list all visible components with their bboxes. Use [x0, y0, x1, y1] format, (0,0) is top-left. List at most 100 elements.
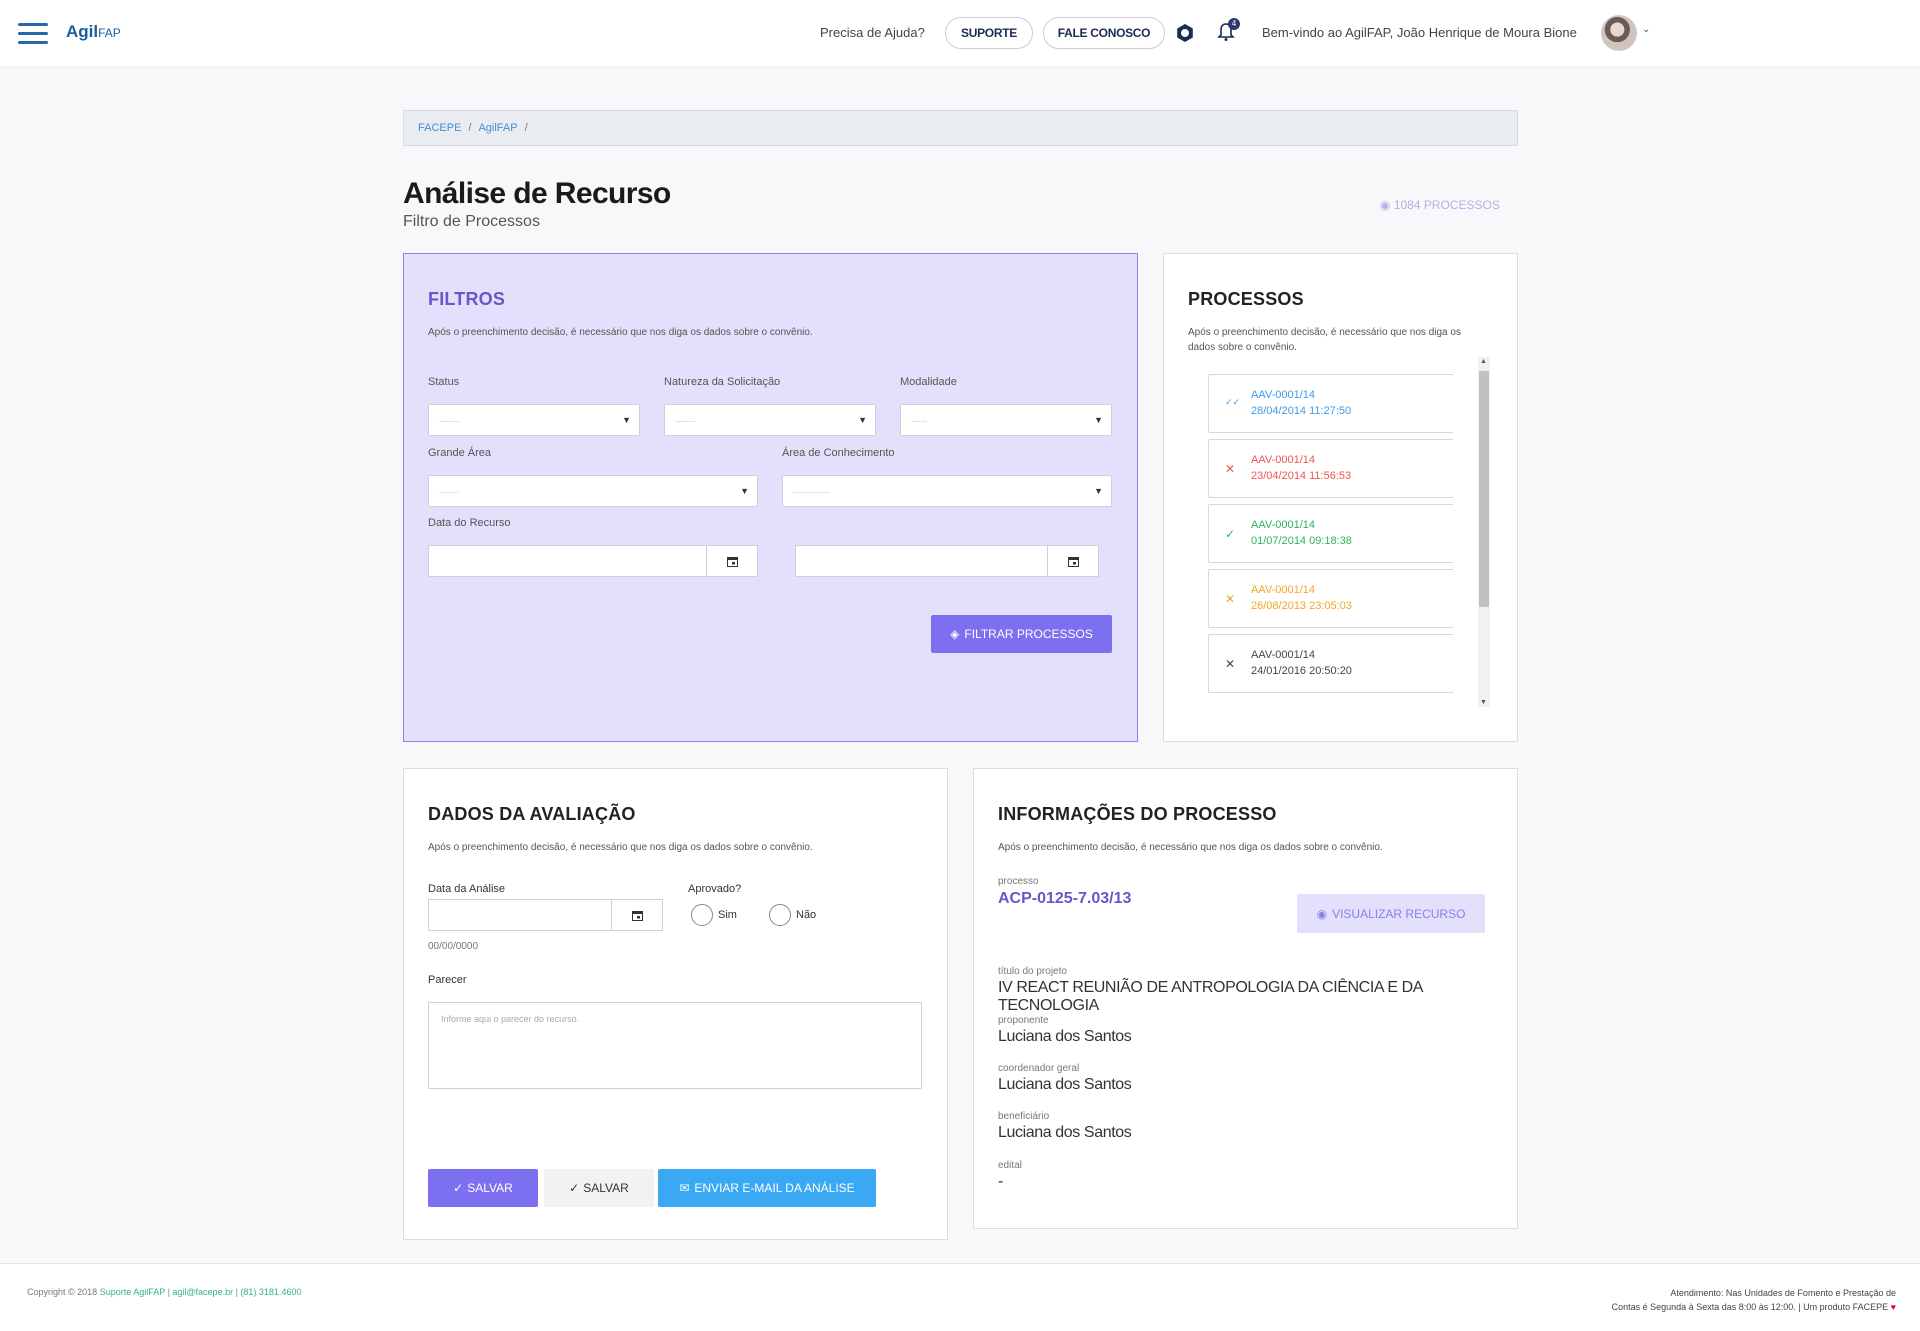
grande-area-select[interactable]: .......... ▼ [428, 475, 758, 507]
process-info-title: INFORMAÇÕES DO PROCESSO [998, 804, 1277, 824]
footer: Copyright © 2018 Suporte AgilFAP | agil@… [0, 1263, 1920, 1331]
check-icon: ✓ [1225, 527, 1236, 541]
parecer-label: Parecer [428, 974, 467, 986]
page-title: Análise de Recurso [403, 177, 671, 210]
eye-icon: ◉ [1380, 198, 1394, 212]
check-icon: ✓ [453, 1181, 464, 1195]
processes-card: PROCESSOS Após o preenchimento decisão, … [1163, 253, 1518, 742]
process-list-item[interactable]: ✓ AAV-0001/14 01/07/2014 09:18:38 [1208, 504, 1453, 563]
footer-atendimento: Atendimento: Nas Unidades de Fomento e P… [1611, 1288, 1896, 1312]
suporte-button[interactable]: SUPORTE [945, 17, 1033, 49]
process-list: ✓✓ AAV-0001/14 28/04/2014 11:27:50 ✕ AAV… [1208, 357, 1453, 702]
titulo-value: IV REACT REUNIÃO DE ANTROPOLOGIA DA CIÊN… [998, 979, 1423, 1014]
status-select[interactable]: ........... ▼ [428, 404, 640, 436]
proponente-value: Luciana dos Santos [998, 1028, 1132, 1045]
filter-processes-button[interactable]: ◈ FILTRAR PROCESSOS [931, 615, 1112, 653]
footer-links[interactable]: Suporte AgilFAP | agil@facepe.br | (81) … [100, 1287, 302, 1297]
calendar-icon[interactable] [1047, 546, 1098, 576]
caret-down-icon: ▼ [1094, 486, 1103, 496]
layers-icon: ◈ [950, 627, 960, 641]
breadcrumb-item-agilfap[interactable]: AgilFAP [478, 122, 517, 134]
date-from-input[interactable] [428, 545, 758, 577]
process-list-item[interactable]: ✓✓ AAV-0001/14 28/04/2014 11:27:50 [1208, 374, 1453, 433]
process-number: ACP-0125-7.03/13 [998, 890, 1132, 907]
close-icon: ✕ [1225, 657, 1236, 671]
evaluation-card: DADOS DA AVALIAÇÃO Após o preenchimento … [403, 768, 948, 1240]
processes-title: PROCESSOS [1188, 289, 1304, 309]
help-text: Precisa de Ajuda? [820, 25, 925, 40]
double-check-icon: ✓✓ [1225, 397, 1241, 407]
beneficiario-label: beneficiário [998, 1111, 1050, 1122]
close-icon: ✕ [1225, 592, 1236, 606]
process-list-item[interactable]: ✕ AAV-0001/14 26/08/2013 23:05:03 [1208, 569, 1453, 628]
area-conhecimento-select[interactable]: ................... ▼ [782, 475, 1112, 507]
footer-copyright: Copyright © 2018 Suporte AgilFAP | agil@… [27, 1287, 302, 1297]
caret-down-icon: ▼ [858, 415, 867, 425]
proponente-label: proponente [998, 1015, 1049, 1026]
grande-area-label: Grande Área [428, 447, 491, 459]
save-button-primary[interactable]: ✓ SALVAR [428, 1169, 538, 1207]
edital-value: - [998, 1173, 1003, 1190]
process-info-card: INFORMAÇÕES DO PROCESSO Após o preenchim… [973, 768, 1518, 1229]
nao-label: Não [796, 909, 817, 921]
welcome-text: Bem-vindo ao AgilFAP, João Henrique de M… [1262, 25, 1577, 40]
status-label: Status [428, 376, 460, 388]
breadcrumb-item-facepe[interactable]: FACEPE [418, 122, 461, 134]
titulo-label: título do projeto [998, 966, 1067, 977]
area-conhecimento-label: Área de Conhecimento [782, 447, 895, 459]
save-button-secondary[interactable]: ✓ SALVAR [544, 1169, 654, 1207]
close-icon: ✕ [1225, 462, 1236, 476]
app-logo[interactable]: AgilFAP [66, 22, 121, 42]
menu-icon[interactable] [18, 23, 48, 44]
aprovado-sim-radio[interactable] [691, 904, 713, 926]
filters-card: FILTROS Após o preenchimento decisão, é … [403, 253, 1138, 742]
data-recurso-label: Data do Recurso [428, 517, 511, 529]
aprovado-nao-radio[interactable] [769, 904, 791, 926]
heart-icon: ♥ [1890, 1302, 1896, 1312]
natureza-label: Natureza da Solicitação [664, 376, 781, 388]
breadcrumb-separator: / [468, 122, 472, 134]
filters-title: FILTROS [428, 289, 506, 309]
calendar-icon[interactable] [611, 900, 662, 930]
coordenador-value: Luciana dos Santos [998, 1076, 1132, 1093]
eye-icon: ◉ [1316, 906, 1328, 921]
send-email-button[interactable]: ✉ ENVIAR E-MAIL DA ANÁLISE [658, 1169, 876, 1207]
date-to-input[interactable] [795, 545, 1099, 577]
scrollbar-thumb[interactable] [1479, 371, 1489, 607]
top-navbar: AgilFAP Precisa de Ajuda? SUPORTE FALE C… [0, 0, 1920, 66]
process-list-item[interactable]: ✕ AAV-0001/14 23/04/2014 11:56:53 [1208, 439, 1453, 498]
filters-description: Após o preenchimento decisão, é necessár… [428, 327, 813, 338]
process-count[interactable]: ◉ 1084 PROCESSOS [1380, 198, 1500, 212]
processes-description: Após o preenchimento decisão, é necessár… [1188, 327, 1461, 353]
breadcrumb: FACEPE / AgilFAP / [403, 110, 1518, 146]
breadcrumb-separator: / [524, 122, 528, 134]
page-subtitle: Filtro de Processos [403, 213, 540, 230]
notification-count-badge: 4 [1228, 18, 1240, 30]
process-list-item[interactable]: ✕ AAV-0001/14 24/01/2016 20:50:20 [1208, 634, 1453, 693]
sim-label: Sim [718, 909, 737, 921]
modalidade-select[interactable]: ........ ▼ [900, 404, 1112, 436]
caret-down-icon: ▼ [740, 486, 749, 496]
avatar[interactable] [1601, 15, 1637, 51]
processo-label: processo [998, 876, 1039, 887]
coordenador-label: coordenador geral [998, 1063, 1080, 1074]
view-recurso-button[interactable]: ◉ VISUALIZAR RECURSO [1297, 894, 1485, 933]
aprovado-label: Aprovado? [688, 883, 742, 895]
beneficiario-value: Luciana dos Santos [998, 1124, 1132, 1141]
calendar-icon[interactable] [706, 546, 757, 576]
data-analise-input[interactable] [428, 899, 663, 931]
mail-icon: ✉ [679, 1181, 690, 1195]
evaluation-title: DADOS DA AVALIAÇÃO [428, 804, 636, 824]
fale-conosco-button[interactable]: FALE CONOSCO [1043, 17, 1165, 49]
modalidade-label: Modalidade [900, 376, 957, 388]
scroll-up-icon: ▲ [1480, 358, 1487, 365]
chevron-down-icon[interactable]: ⌄ [1642, 24, 1650, 35]
scroll-down-icon: ▼ [1480, 699, 1487, 706]
settings-icon[interactable] [1175, 23, 1195, 43]
process-info-description: Após o preenchimento decisão, é necessár… [998, 842, 1383, 853]
parecer-textarea[interactable]: Informe aqui o parecer do recurso. [428, 1002, 922, 1089]
caret-down-icon: ▼ [1094, 415, 1103, 425]
natureza-select[interactable]: ........... ▼ [664, 404, 876, 436]
process-list-scrollbar[interactable]: ▲ ▼ [1478, 357, 1490, 707]
caret-down-icon: ▼ [622, 415, 631, 425]
